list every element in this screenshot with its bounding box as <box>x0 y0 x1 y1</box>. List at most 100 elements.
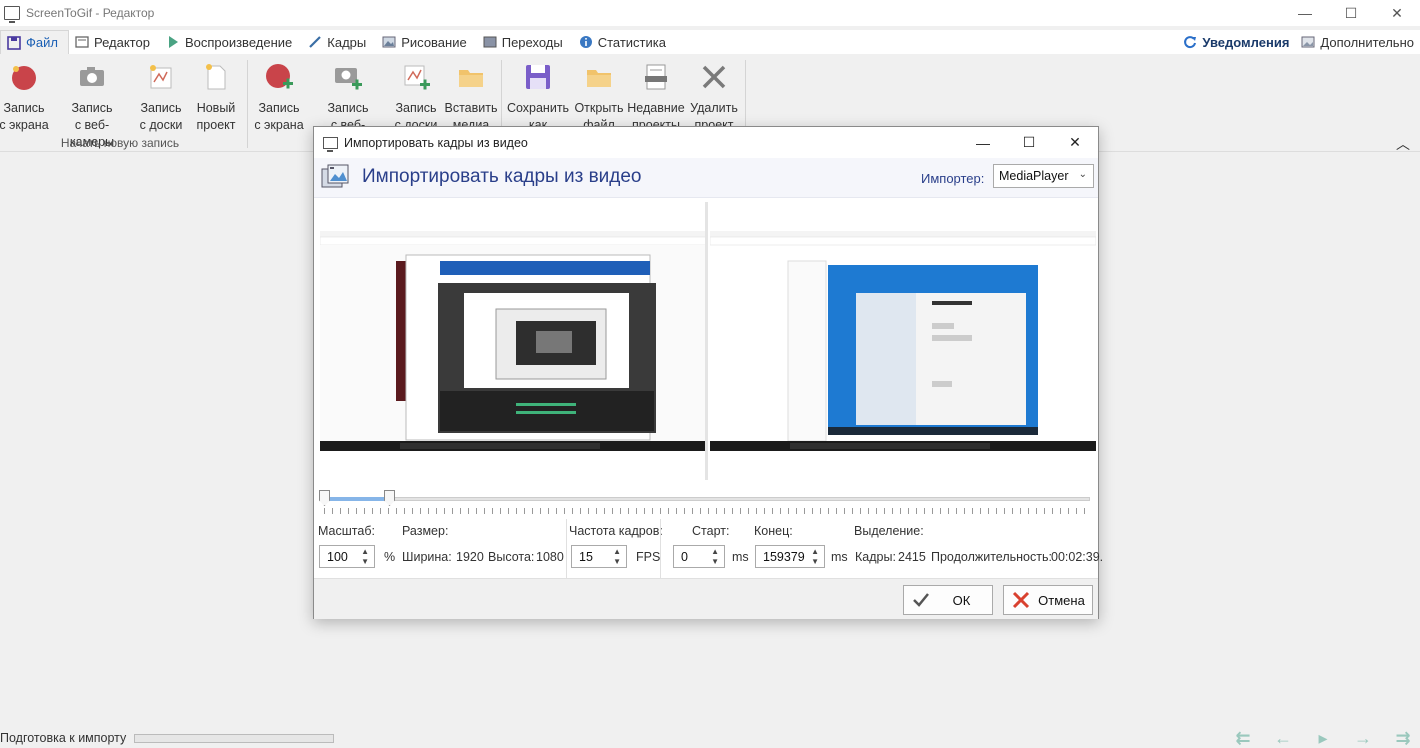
duration-value: 00:02:39. <box>1051 550 1104 564</box>
start-frame-preview <box>319 231 707 451</box>
transitions-icon <box>483 36 497 48</box>
width-label: Ширина: <box>402 550 452 564</box>
notifications-button[interactable]: Уведомления <box>1177 30 1295 54</box>
minimize-button[interactable]: — <box>1282 0 1328 26</box>
editor-icon <box>75 36 89 48</box>
spinner-icon[interactable]: ▲ ▼ <box>711 547 719 567</box>
dialog-window-controls: — ☐ ✕ <box>960 127 1098 158</box>
scale-label: Масштаб: <box>318 524 375 538</box>
frame-range-slider[interactable] <box>319 489 1092 517</box>
new-project-button[interactable]: Новый проект <box>184 60 248 134</box>
play-icon[interactable]: ▸ <box>1312 728 1334 748</box>
tab-playback[interactable]: Воспроизведение <box>160 30 302 54</box>
tab-file[interactable]: Файл <box>0 30 69 54</box>
fps-input[interactable]: 15 ▲ ▼ <box>571 545 627 568</box>
importer-label: Импортер: <box>921 171 985 186</box>
open-file-button[interactable]: Открыть файл <box>567 60 631 134</box>
refresh-icon <box>1184 36 1197 49</box>
extras-label: Дополнительно <box>1320 34 1414 50</box>
save-as-button[interactable]: Сохранить как <box>506 60 570 134</box>
last-frame-icon[interactable]: ⇉ <box>1392 728 1414 748</box>
dialog-maximize-button[interactable]: ☐ <box>1006 127 1052 158</box>
fps-label: Частота кадров: <box>569 524 663 538</box>
cancel-button[interactable]: Отмена <box>1003 585 1093 615</box>
status-label: Подготовка к импорту <box>0 731 127 745</box>
start-thumb[interactable] <box>319 490 330 506</box>
selection-label: Выделение: <box>854 524 924 538</box>
slider-ticks <box>324 508 1090 514</box>
webcam-add-icon <box>331 60 365 94</box>
check-icon <box>911 590 931 610</box>
dialog-title: Импортировать кадры из видео <box>344 135 528 150</box>
end-unit: ms <box>831 550 848 564</box>
previous-frame-icon[interactable]: ← <box>1272 728 1294 748</box>
notifications-label: Уведомления <box>1202 34 1290 50</box>
info-icon <box>579 36 592 48</box>
start-frame-image <box>319 231 707 451</box>
video-frames-icon <box>321 164 349 188</box>
delete-icon <box>697 60 731 94</box>
end-frame-preview <box>709 231 1097 451</box>
frame-navigation: ⇇ ← ▸ → ⇉ <box>1232 728 1414 748</box>
spinner-icon[interactable]: ▲ ▼ <box>361 547 369 567</box>
tab-label: Рисование <box>401 34 467 50</box>
folder-icon <box>454 60 488 94</box>
end-frame-image <box>709 231 1097 451</box>
tab-label: Воспроизведение <box>184 34 293 50</box>
monitor-icon <box>4 6 20 23</box>
dialog-header: Импортировать кадры из видео Импортер: M… <box>314 158 1098 198</box>
end-thumb[interactable] <box>384 490 395 506</box>
importer-select[interactable]: MediaPlayer ⌄ <box>993 164 1094 188</box>
maximize-button[interactable]: ☐ <box>1328 0 1374 26</box>
import-progress-bar <box>134 733 335 743</box>
record-screen-add-icon <box>262 60 296 94</box>
insert-media-button[interactable]: Вставить медиа <box>439 60 503 134</box>
delete-project-button[interactable]: Удалить проект <box>682 60 746 134</box>
frames-value: 2415 <box>898 550 926 564</box>
record-screen-button[interactable]: Запись с экрана <box>0 60 56 134</box>
start-input[interactable]: 0 ▲ ▼ <box>673 545 725 568</box>
status-bar: Подготовка к импорту ⇇ ← ▸ → ⇉ <box>0 728 1420 748</box>
scale-input[interactable]: 100 ▲ ▼ <box>319 545 375 568</box>
extras-button[interactable]: Дополнительно <box>1295 30 1420 54</box>
spinner-icon[interactable]: ▲ ▼ <box>811 547 819 567</box>
tab-drawing[interactable]: Рисование <box>376 30 476 54</box>
first-frame-icon[interactable]: ⇇ <box>1232 728 1254 748</box>
group-label-new-recording: Начать новую запись <box>60 136 180 150</box>
record-screen-insert-button[interactable]: Запись с экрана <box>247 60 311 134</box>
dialog-close-button[interactable]: ✕ <box>1052 127 1098 158</box>
record-screen-icon <box>7 60 41 94</box>
close-button[interactable]: ✕ <box>1374 0 1420 26</box>
end-input[interactable]: 159379 ▲ ▼ <box>755 545 825 568</box>
duration-label: Продолжительность: <box>931 550 1052 564</box>
board-add-icon <box>399 60 433 94</box>
ok-button[interactable]: ОК <box>903 585 993 615</box>
start-label: Старт: <box>692 524 730 538</box>
tab-transitions[interactable]: Переходы <box>477 30 573 54</box>
height-value: 1080 <box>536 550 564 564</box>
import-video-dialog: Импортировать кадры из видео — ☐ ✕ Импор… <box>313 126 1103 619</box>
dialog-minimize-button[interactable]: — <box>960 127 1006 158</box>
window-controls: — ☐ ✕ <box>1282 0 1420 26</box>
next-frame-icon[interactable]: → <box>1352 728 1374 748</box>
tab-label: Кадры <box>327 34 367 50</box>
tab-statistics[interactable]: Статистика <box>573 30 676 54</box>
preview-divider <box>705 202 708 480</box>
spinner-icon[interactable]: ▲ ▼ <box>613 547 621 567</box>
collapse-ribbon-icon[interactable]: ︿ <box>1396 134 1410 154</box>
size-label: Размер: <box>402 524 449 538</box>
chevron-down-icon: ⌄ <box>1078 169 1087 180</box>
play-icon <box>168 36 178 48</box>
slider-track <box>324 497 1090 501</box>
end-label: Конец: <box>754 524 793 538</box>
save-icon <box>521 60 555 94</box>
dialog-footer: ОК Отмена <box>314 578 1098 619</box>
recent-projects-button[interactable]: Недавние проекты <box>624 60 688 134</box>
tab-label: Файл <box>26 35 58 50</box>
board-icon <box>144 60 178 94</box>
app-titlebar: ScreenToGif - Редактор — ☐ ✕ <box>0 0 1420 26</box>
tab-label: Переходы <box>501 34 563 50</box>
parameters-values: 100 ▲ ▼ % Ширина: 1920 Высота: 1080 15 ▲ ▼… <box>314 545 1103 569</box>
tab-editor[interactable]: Редактор <box>69 30 160 54</box>
tab-frames[interactable]: Кадры <box>302 30 376 54</box>
